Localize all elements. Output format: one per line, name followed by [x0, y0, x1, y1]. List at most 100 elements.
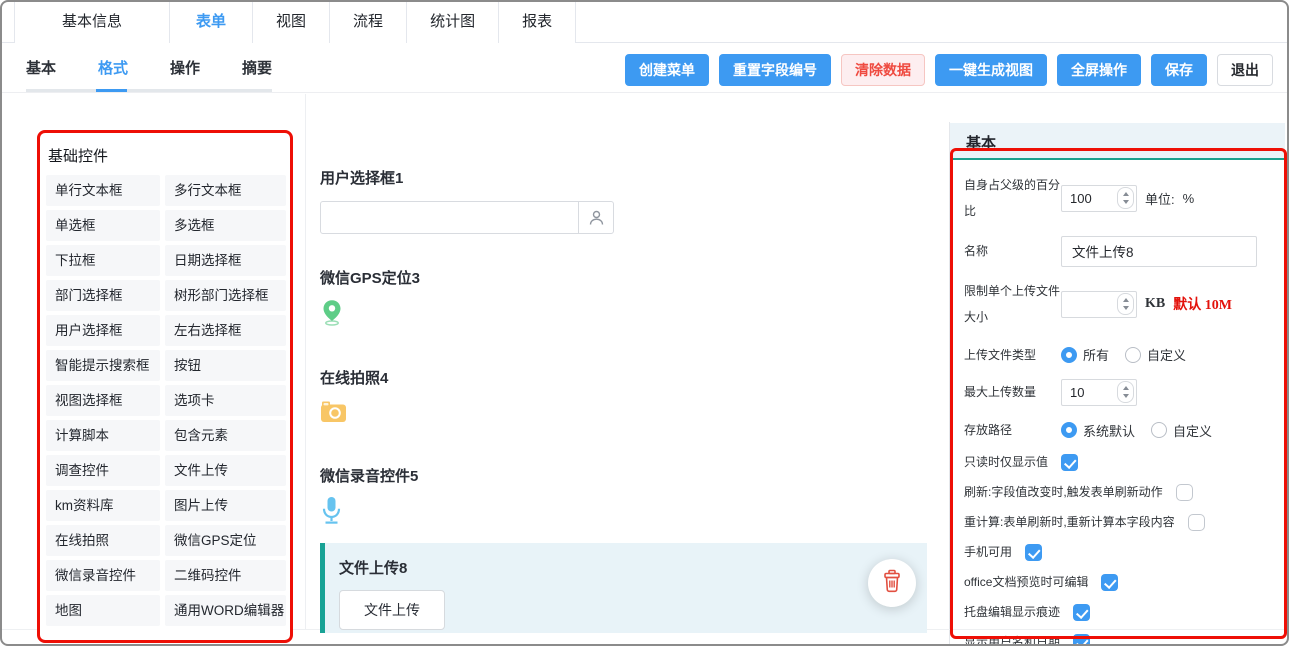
field-label: 用户选择框1 [320, 167, 930, 188]
radio-label[interactable]: 所有 [1083, 345, 1109, 364]
palette-item[interactable]: 日期选择框 [165, 245, 286, 276]
canvas-field-online-photo[interactable]: 在线拍照4 [320, 367, 930, 428]
palette-item[interactable]: 微信录音控件 [46, 560, 160, 591]
canvas-field-user-select[interactable]: 用户选择框1 [320, 167, 930, 234]
palette-item[interactable]: 包含元素 [165, 420, 286, 451]
subtab-summary[interactable]: 摘要 [242, 57, 272, 78]
palette-item[interactable]: 单选框 [46, 210, 160, 241]
name-input[interactable]: 文件上传8 [1061, 236, 1257, 267]
palette-item[interactable]: 视图选择框 [46, 385, 160, 416]
microphone-icon [320, 496, 930, 530]
file-upload-button[interactable]: 文件上传 [339, 590, 445, 630]
exit-button[interactable]: 退出 [1217, 54, 1273, 86]
readonly-show-value-checkbox[interactable] [1061, 454, 1078, 471]
clear-data-button[interactable]: 清除数据 [841, 54, 925, 86]
prop-label: 上传文件类型 [964, 342, 1061, 368]
fullscreen-button[interactable]: 全屏操作 [1057, 54, 1141, 86]
office-editable-checkbox[interactable] [1101, 574, 1118, 591]
properties-panel-title: 基本 [950, 123, 1285, 160]
tray-edit-trace-checkbox[interactable] [1073, 604, 1090, 621]
palette-item[interactable]: 地图 [46, 595, 160, 626]
canvas-field-file-upload-selected[interactable]: 文件上传8 文件上传 [320, 543, 927, 633]
palette-item[interactable]: 微信GPS定位 [165, 525, 286, 556]
main-tabbar: 基本信息 表单 视图 流程 统计图 报表 [2, 2, 1287, 43]
palette-item[interactable]: 计算脚本 [46, 420, 160, 451]
prop-row-refresh-on-change: 刷新:字段值改变时,触发表单刷新动作 [964, 484, 1278, 501]
properties-panel: 自身占父级的百分比 100 单位: % 名称 文件上传8 限制单个上传文件大小 [964, 172, 1278, 646]
palette-item[interactable]: 图片上传 [165, 490, 286, 521]
size-limit-input[interactable] [1061, 291, 1137, 318]
form-designer-window: 基本信息 表单 视图 流程 统计图 报表 基本 格式 操作 摘要 创建菜单 重置… [0, 0, 1289, 646]
subtab-action[interactable]: 操作 [170, 57, 200, 78]
prop-label: 托盘编辑显示痕迹 [964, 604, 1060, 621]
palette-item[interactable]: 通用WORD编辑器 [165, 595, 286, 626]
subtab-basic[interactable]: 基本 [26, 57, 56, 78]
palette-item[interactable]: 文件上传 [165, 455, 286, 486]
subtab-format[interactable]: 格式 [98, 57, 128, 78]
person-icon[interactable] [578, 202, 613, 233]
field-label: 文件上传8 [339, 557, 927, 578]
radio-custom[interactable] [1151, 422, 1167, 438]
tab-stats[interactable]: 统计图 [407, 2, 499, 43]
prop-row-office-editable: office文档预览时可编辑 [964, 574, 1278, 591]
prop-row-readonly-show-value: 只读时仅显示值 [964, 454, 1278, 471]
radio-label[interactable]: 系统默认 [1083, 421, 1135, 440]
number-stepper[interactable] [1117, 293, 1134, 315]
radio-system-default[interactable] [1061, 422, 1077, 438]
create-menu-button[interactable]: 创建菜单 [625, 54, 709, 86]
tab-flow[interactable]: 流程 [330, 2, 407, 43]
tab-form[interactable]: 表单 [170, 2, 253, 43]
prop-row-max-count: 最大上传数量 10 [964, 379, 1278, 406]
palette-item[interactable]: 按钮 [165, 350, 286, 381]
number-stepper[interactable] [1117, 187, 1134, 209]
palette-item[interactable]: 用户选择框 [46, 315, 160, 346]
palette-item[interactable]: 部门选择框 [46, 280, 160, 311]
tab-basic-info[interactable]: 基本信息 [14, 2, 170, 43]
form-canvas: 用户选择框1 微信GPS定位3 在线拍照4 微信录音控件5 [320, 167, 930, 633]
palette-item[interactable]: 左右选择框 [165, 315, 286, 346]
radio-custom[interactable] [1125, 347, 1141, 363]
palette-item[interactable]: km资料库 [46, 490, 160, 521]
user-select-input[interactable] [320, 201, 614, 234]
prop-label: 手机可用 [964, 544, 1012, 561]
palette-item[interactable]: 调查控件 [46, 455, 160, 486]
left-divider [305, 94, 306, 629]
palette-item[interactable]: 多行文本框 [165, 175, 286, 206]
palette-item[interactable]: 多选框 [165, 210, 286, 241]
delete-field-button[interactable] [868, 559, 916, 607]
number-stepper[interactable] [1117, 381, 1134, 403]
prop-row-percent: 自身占父级的百分比 100 单位: % [964, 172, 1278, 225]
prop-label: 自身占父级的百分比 [964, 172, 1061, 225]
recalc-on-refresh-checkbox[interactable] [1188, 514, 1205, 531]
percent-input[interactable]: 100 [1061, 185, 1137, 212]
radio-label[interactable]: 自定义 [1147, 345, 1186, 364]
max-count-input[interactable]: 10 [1061, 379, 1137, 406]
palette-item[interactable]: 树形部门选择框 [165, 280, 286, 311]
prop-label: office文档预览时可编辑 [964, 574, 1088, 591]
field-label: 微信GPS定位3 [320, 267, 930, 288]
palette-item[interactable]: 单行文本框 [46, 175, 160, 206]
mobile-enabled-checkbox[interactable] [1025, 544, 1042, 561]
generate-view-button[interactable]: 一键生成视图 [935, 54, 1047, 86]
save-button[interactable]: 保存 [1151, 54, 1207, 86]
prop-row-file-type: 上传文件类型 所有 自定义 [964, 342, 1278, 368]
prop-row-name: 名称 文件上传8 [964, 236, 1278, 267]
canvas-field-wechat-record[interactable]: 微信录音控件5 [320, 465, 930, 530]
radio-all[interactable] [1061, 347, 1077, 363]
refresh-on-change-checkbox[interactable] [1176, 484, 1193, 501]
reset-field-number-button[interactable]: 重置字段编号 [719, 54, 831, 86]
palette-item[interactable]: 智能提示搜索框 [46, 350, 160, 381]
canvas-field-wechat-gps[interactable]: 微信GPS定位3 [320, 267, 930, 331]
tab-view[interactable]: 视图 [253, 2, 330, 43]
palette-item[interactable]: 下拉框 [46, 245, 160, 276]
palette-item[interactable]: 二维码控件 [165, 560, 286, 591]
palette-item[interactable]: 在线拍照 [46, 525, 160, 556]
widget-palette: 基础控件 单行文本框 多行文本框 单选框 多选框 下拉框 日期选择框 部门选择框… [37, 130, 293, 643]
tab-report[interactable]: 报表 [499, 2, 576, 43]
field-label: 微信录音控件5 [320, 465, 930, 486]
show-user-date-checkbox[interactable] [1073, 634, 1090, 646]
toolbar: 创建菜单 重置字段编号 清除数据 一键生成视图 全屏操作 保存 退出 [625, 54, 1273, 86]
radio-label[interactable]: 自定义 [1173, 421, 1212, 440]
subtab-active-indicator [96, 89, 127, 92]
palette-item[interactable]: 选项卡 [165, 385, 286, 416]
